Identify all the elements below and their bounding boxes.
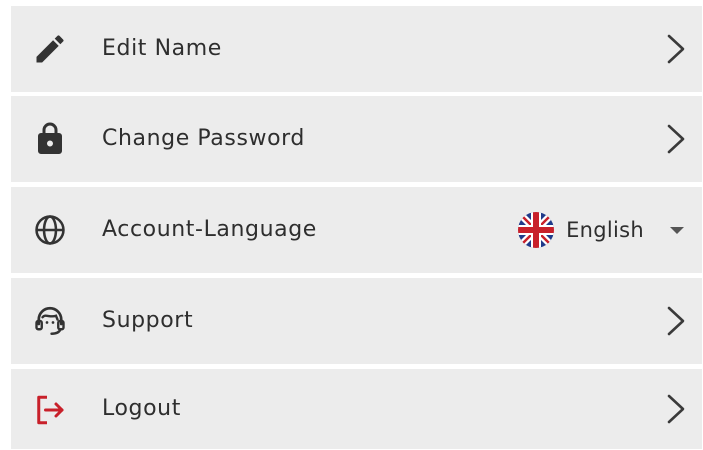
language-value: English <box>566 218 644 242</box>
support-label: Support <box>102 308 194 333</box>
language-dropdown[interactable]: English <box>518 187 684 273</box>
caret-down-icon <box>670 226 684 234</box>
chevron-right-icon <box>664 32 688 66</box>
logout-label: Logout <box>102 396 181 421</box>
change-password-row[interactable]: Change Password <box>11 96 702 182</box>
logout-icon <box>31 391 69 429</box>
uk-flag-icon <box>518 212 555 248</box>
chevron-right-icon <box>664 304 688 338</box>
edit-name-row[interactable]: Edit Name <box>11 6 702 92</box>
lock-icon <box>31 120 69 158</box>
pencil-icon <box>31 30 69 68</box>
globe-icon <box>31 211 69 249</box>
chevron-right-icon <box>664 392 688 426</box>
chevron-right-icon <box>664 122 688 156</box>
logout-row[interactable]: Logout <box>11 369 702 449</box>
account-language-label: Account-Language <box>102 217 317 242</box>
change-password-label: Change Password <box>102 126 305 151</box>
edit-name-label: Edit Name <box>102 36 222 61</box>
headset-icon <box>31 302 69 340</box>
account-language-row: Account-Language English <box>11 187 702 273</box>
support-row[interactable]: Support <box>11 278 702 364</box>
